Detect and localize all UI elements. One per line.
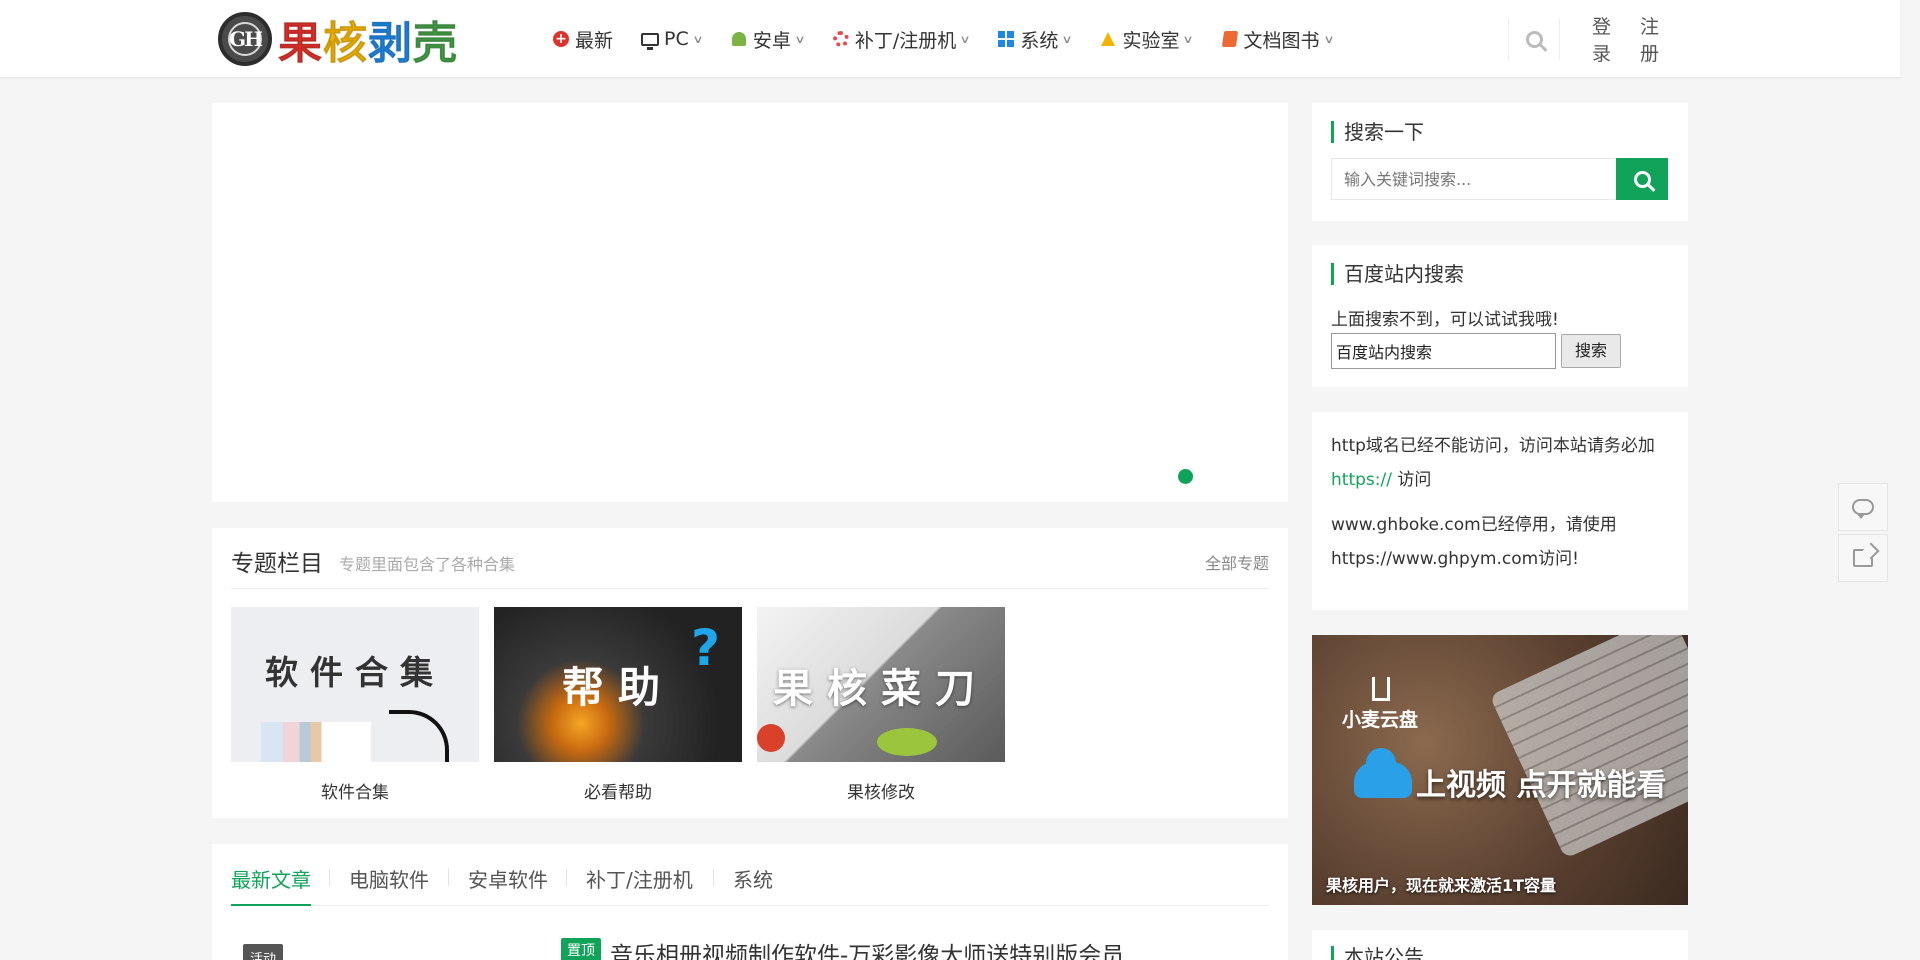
question-mark-icon: ? <box>690 619 720 677</box>
logo-text: 果核剥壳 <box>278 18 458 70</box>
search-submit-button[interactable] <box>1616 158 1668 200</box>
topic-label[interactable]: 软件合集 <box>231 778 479 803</box>
main-nav: + 最新 PC ∨ 安卓 ∨ 补丁/注册机 ∨ 系统 ∨ 实验室 ∨ 文档图书 … <box>552 0 1361 78</box>
cloud-icon <box>1354 748 1412 798</box>
nav-latest[interactable]: + 最新 <box>552 26 613 53</box>
widget-title: 本站公告 <box>1331 946 1424 960</box>
active-tab-indicator <box>231 904 311 906</box>
post-title[interactable]: 音乐相册视频制作软件-万彩影像大师送特别版会员 <box>610 936 1124 960</box>
slider-dot[interactable] <box>1178 469 1193 484</box>
nav-patch[interactable]: 补丁/注册机 ∨ <box>832 26 971 53</box>
https-link[interactable]: https:// <box>1331 470 1392 490</box>
plus-circle-icon: + <box>552 30 570 48</box>
monitor-icon <box>641 30 660 50</box>
register-link[interactable]: 注册 <box>1640 12 1670 66</box>
nav-pc[interactable]: PC ∨ <box>641 28 704 50</box>
comment-icon <box>1852 499 1874 519</box>
article-tabs-section: 最新文章 电脑软件 安卓软件 补丁/注册机 系统 活动 置顶 音乐相册视频制作软… <box>212 844 1288 960</box>
topic-image[interactable]: 软件合集 <box>231 607 479 762</box>
chevron-down-icon: ∨ <box>692 32 704 46</box>
widget-title: 百度站内搜索 <box>1331 263 1464 285</box>
topic-image[interactable]: 帮助 ? <box>494 607 742 762</box>
baidu-search-widget: 百度站内搜索 上面搜索不到，可以试试我哦! 搜索 <box>1312 245 1688 387</box>
book-icon <box>1221 30 1239 48</box>
baidu-search-input[interactable] <box>1331 333 1556 369</box>
chevron-down-icon: ∨ <box>1061 32 1074 46</box>
notice-text: http域名已经不能访问，访问本站请务必加https:// 访问 <box>1331 436 1655 490</box>
baidu-hint: 上面搜索不到，可以试试我哦! <box>1331 310 1559 330</box>
baidu-search-button[interactable]: 搜索 <box>1561 334 1621 368</box>
chevron-down-icon: ∨ <box>1322 32 1335 46</box>
logo-mark-icon: GH <box>218 12 272 66</box>
search-icon <box>1633 170 1651 188</box>
section-title: 专题栏目 <box>231 551 323 577</box>
widget-title: 搜索一下 <box>1331 121 1424 143</box>
tab-system[interactable]: 系统 <box>733 864 773 893</box>
ad-brand: 小麦云盘 <box>1342 677 1418 732</box>
ad-brand-icon <box>1372 677 1390 701</box>
ad-footer-text: 果核用户，现在就来激活1T容量 <box>1326 876 1557 895</box>
chevron-down-icon: ∨ <box>1182 32 1195 46</box>
login-link[interactable]: 登录 <box>1592 12 1622 66</box>
site-header: GH 果核剥壳 + 最新 PC ∨ 安卓 ∨ 补丁/注册机 ∨ 系统 ∨ 实验室… <box>0 0 1900 78</box>
flask-icon <box>1099 30 1117 48</box>
topic-card[interactable]: 软件合集 软件合集 <box>231 607 479 803</box>
section-subtitle: 专题里面包含了各种合集 <box>339 555 516 574</box>
topic-image[interactable]: 果核菜刀 <box>757 607 1005 762</box>
topic-card[interactable]: 帮助 ? 必看帮助 <box>494 607 742 803</box>
topic-card[interactable]: 果核菜刀 果核修改 <box>757 607 1005 803</box>
chevron-down-icon: ∨ <box>794 32 806 46</box>
chevron-down-icon: ∨ <box>959 32 971 46</box>
all-topics-link[interactable]: 全部专题 <box>1205 550 1269 574</box>
tab-android-software[interactable]: 安卓软件 <box>468 864 548 893</box>
announcement-widget: 本站公告 <box>1312 930 1688 960</box>
auth-links: 登录 注册 <box>1592 0 1688 78</box>
android-icon <box>730 30 748 48</box>
nav-lab[interactable]: 实验室 ∨ <box>1099 26 1195 53</box>
site-logo[interactable]: GH 果核剥壳 <box>218 8 458 70</box>
ad-banner[interactable]: 小麦云盘 上视频 点开就能看 果核用户，现在就来激活1T容量 <box>1312 635 1688 905</box>
ad-headline: 上视频 点开就能看 <box>1416 768 1667 803</box>
tab-pc-software[interactable]: 电脑软件 <box>349 864 429 893</box>
share-icon <box>1853 549 1873 567</box>
divider <box>231 905 1269 906</box>
nav-docs[interactable]: 文档图书 ∨ <box>1221 26 1335 53</box>
comment-button[interactable] <box>1838 483 1888 531</box>
nav-system[interactable]: 系统 ∨ <box>997 26 1074 53</box>
notice-widget: http域名已经不能访问，访问本站请务必加https:// 访问 www.ghb… <box>1312 412 1688 610</box>
search-input[interactable] <box>1331 158 1617 200</box>
pinned-badge: 置顶 <box>561 938 601 960</box>
category-badge[interactable]: 活动 <box>243 944 284 960</box>
topics-section: 专题栏目 专题里面包含了各种合集 全部专题 软件合集 软件合集 帮助 ? 必看帮… <box>212 528 1288 818</box>
tab-latest[interactable]: 最新文章 <box>231 864 311 893</box>
share-button[interactable] <box>1838 534 1888 582</box>
notice-text: www.ghboke.com已经停用，请使用https://www.ghpym.… <box>1331 515 1617 569</box>
windows-icon <box>997 30 1015 48</box>
gear-icon <box>832 30 850 48</box>
topic-label[interactable]: 必看帮助 <box>494 778 742 803</box>
search-icon <box>1525 30 1543 48</box>
divider <box>231 588 1269 589</box>
nav-android[interactable]: 安卓 ∨ <box>730 26 806 53</box>
tab-patch[interactable]: 补丁/注册机 <box>586 864 693 893</box>
search-widget: 搜索一下 <box>1312 103 1688 221</box>
header-search-button[interactable] <box>1508 18 1560 60</box>
topic-label[interactable]: 果核修改 <box>757 778 1005 803</box>
hero-slider[interactable] <box>212 103 1288 502</box>
